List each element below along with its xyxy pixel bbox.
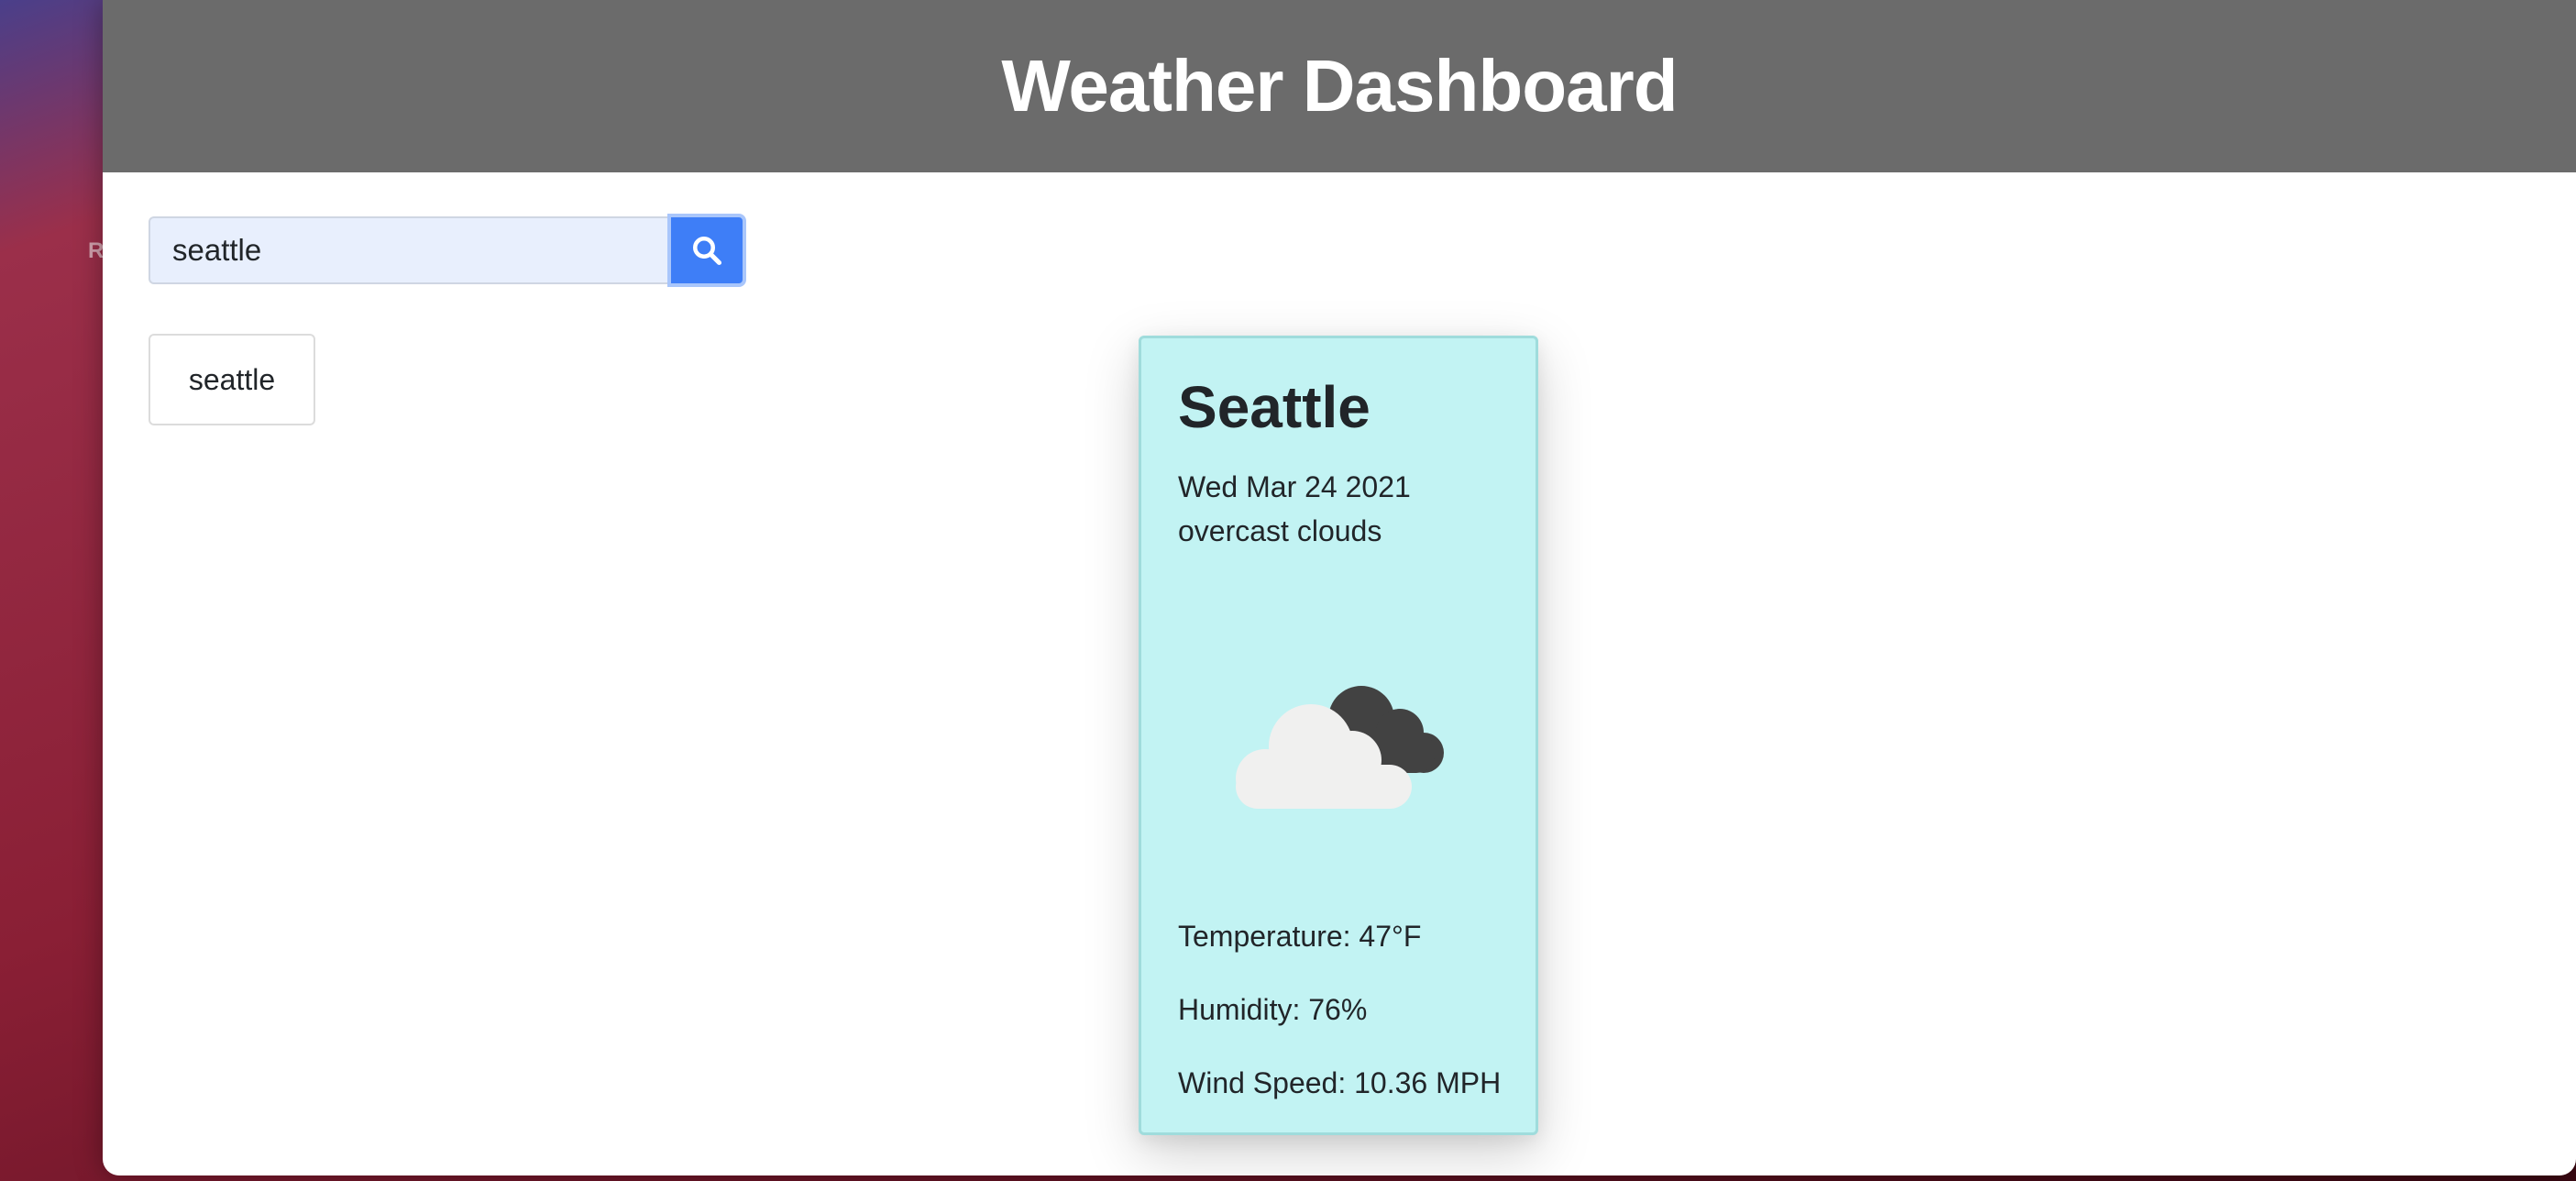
humidity-value: Humidity: 76% [1178, 993, 1368, 1026]
wind-speed-value: Wind Speed: 10.36 MPH [1178, 1066, 1502, 1099]
search-button[interactable] [667, 214, 746, 287]
city-name: Seattle [1178, 374, 1371, 440]
search-icon [693, 237, 722, 266]
page-header: Weather Dashboard [103, 0, 2576, 172]
city-search-input[interactable] [149, 216, 667, 284]
temperature-value: Temperature: 47°F [1178, 920, 1422, 953]
page-title: Weather Dashboard [1001, 45, 1678, 127]
search-bar [149, 214, 746, 287]
browser-window: Weather Dashboard seattle Seattle Wed Ma… [103, 0, 2576, 1175]
weather-date: Wed Mar 24 2021 [1178, 470, 1411, 504]
weather-description: overcast clouds [1178, 514, 1382, 548]
desktop-peek-text: R [88, 238, 105, 263]
overcast-clouds-icon [1236, 686, 1444, 809]
history-item-seattle[interactable]: seattle [149, 334, 315, 425]
current-weather-card: Seattle Wed Mar 24 2021 overcast clouds … [1139, 336, 1538, 1135]
